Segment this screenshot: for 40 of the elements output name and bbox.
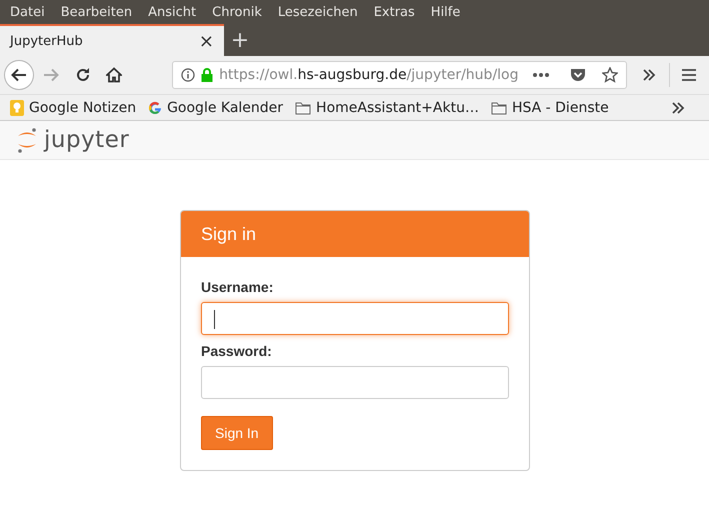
address-bar[interactable]: https://owl.hs-augsburg.de/jupyter/hub/log — [172, 61, 628, 89]
menu-item[interactable]: Bearbeiten — [52, 4, 140, 20]
folder-icon — [295, 100, 312, 114]
bookmark-item[interactable]: Google Kalender — [148, 100, 284, 116]
input-field[interactable] — [201, 302, 509, 335]
field-label: Username: — [201, 279, 274, 295]
menu-item[interactable]: Lesezeichen — [270, 4, 366, 20]
menu-icon[interactable] — [682, 69, 696, 81]
input-field[interactable] — [201, 366, 509, 399]
google-icon — [148, 100, 162, 114]
back-button[interactable] — [4, 60, 34, 90]
menu-item[interactable]: Ansicht — [140, 4, 204, 20]
menu-item[interactable]: Chronik — [204, 4, 270, 20]
folder-icon — [490, 100, 507, 114]
back-arrow-icon — [10, 68, 27, 82]
card-title: Sign in — [181, 211, 529, 257]
bookmark-item[interactable]: HSA - Dienste — [490, 100, 609, 116]
reload-icon[interactable] — [74, 67, 91, 83]
bookmark-item[interactable]: HomeAssistant+Aktu… — [295, 100, 479, 116]
menu-item[interactable]: Datei — [2, 4, 53, 20]
new-tab-button[interactable]: + — [224, 24, 256, 56]
jupyter-logo-icon — [16, 127, 38, 153]
home-icon[interactable] — [106, 67, 122, 83]
field-label: Password: — [201, 343, 273, 359]
url-text: https://owl.hs-augsburg.de/jupyter/hub/log — [219, 67, 520, 83]
lock-icon[interactable] — [201, 68, 214, 82]
info-icon[interactable] — [181, 68, 196, 82]
lightbulb-icon — [10, 100, 24, 116]
close-tab-button[interactable]: × — [198, 30, 214, 52]
tab-title: JupyterHub — [10, 34, 83, 48]
jupyter-logo-text: jupyter — [44, 127, 130, 153]
browser-tab[interactable]: JupyterHub × — [0, 24, 224, 56]
menu-item[interactable]: Hilfe — [422, 4, 468, 20]
overflow-chevron-icon[interactable] — [642, 69, 656, 81]
menu-item[interactable]: Extras — [366, 4, 423, 20]
overflow-chevron-icon[interactable] — [671, 102, 685, 114]
more-dots-icon[interactable] — [532, 72, 550, 78]
pocket-icon[interactable] — [570, 68, 586, 82]
star-icon[interactable] — [602, 67, 618, 83]
bookmark-item[interactable]: Google Notizen — [10, 100, 136, 116]
